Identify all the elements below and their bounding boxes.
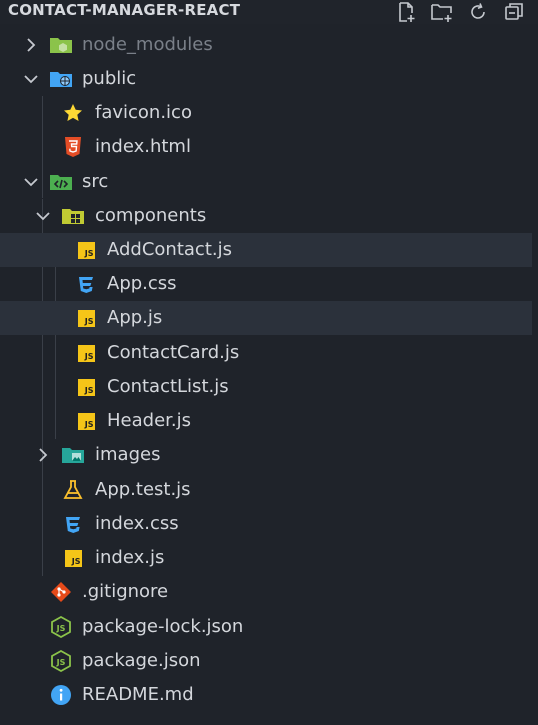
html5-icon — [61, 136, 85, 158]
svg-text:JS: JS — [56, 624, 66, 633]
refresh-button[interactable] — [466, 0, 490, 24]
svg-text:JS: JS — [56, 658, 66, 667]
tree-item-app-css[interactable]: App.css — [0, 267, 532, 301]
test-flask-icon — [61, 479, 85, 501]
tree-item-label: package-lock.json — [82, 616, 244, 637]
chevron-down-icon — [36, 212, 50, 221]
chevron-down-icon — [24, 75, 38, 84]
tree-item-public[interactable]: public — [0, 62, 532, 96]
tree-item-label: AddContact.js — [107, 239, 232, 260]
src-folder-icon — [49, 171, 73, 193]
tree-item-label: index.css — [95, 513, 179, 534]
tree-item-package-json[interactable]: JS package.json — [0, 644, 532, 678]
tree-item-label: Header.js — [107, 410, 191, 431]
tree-item-app-test-js[interactable]: App.test.js — [0, 473, 532, 507]
tree-item-label: src — [82, 171, 109, 192]
refresh-icon — [471, 3, 485, 19]
tree-item-addcontact-js[interactable]: JS AddContact.js — [0, 233, 532, 267]
tree-item-label: index.html — [95, 136, 191, 157]
javascript-icon: JS — [61, 547, 85, 569]
tree-item-label: README.md — [82, 684, 194, 705]
tree-item-label: ContactList.js — [107, 376, 229, 397]
tree-item-label: .gitignore — [82, 581, 169, 602]
info-icon — [49, 684, 73, 706]
new-file-button[interactable] — [394, 0, 418, 24]
new-folder-button[interactable] — [430, 0, 454, 24]
javascript-icon: JS — [74, 410, 98, 432]
tree-item-label: App.js — [107, 307, 163, 328]
tree-item-contactlist-js[interactable]: JS ContactList.js — [0, 370, 532, 404]
tree-item-components[interactable]: components — [0, 199, 532, 233]
components-folder-icon — [61, 205, 85, 227]
tree-item-label: App.test.js — [95, 479, 191, 500]
tree-item-label: ContactCard.js — [107, 342, 240, 363]
javascript-icon: JS — [74, 376, 98, 398]
tree-item-label: node_modules — [82, 34, 213, 55]
new-file-icon — [399, 2, 415, 22]
tree-item-label: package.json — [82, 650, 201, 671]
tree-item-label: public — [82, 68, 137, 89]
collapse-all-icon — [505, 3, 523, 20]
tree-item-label: App.css — [107, 273, 177, 294]
tree-item-header-js[interactable]: JS Header.js — [0, 404, 532, 438]
collapse-all-button[interactable] — [502, 0, 526, 24]
project-title[interactable]: CONTACT-MANAGER-REACT — [8, 1, 240, 19]
chevron-right-icon — [27, 38, 36, 52]
javascript-icon: JS — [74, 239, 98, 261]
tree-item-app-js[interactable]: JS App.js — [0, 301, 532, 335]
tree-item-index-css[interactable]: index.css — [0, 507, 532, 541]
node-folder-icon — [49, 34, 73, 56]
chevron-right-icon — [39, 448, 48, 462]
tree-item-label: components — [95, 205, 207, 226]
tree-item-index-html[interactable]: index.html — [0, 130, 532, 164]
nodejs-icon: JS — [49, 616, 73, 638]
tree-item-index-js[interactable]: JS index.js — [0, 541, 532, 575]
css3-icon — [74, 273, 98, 295]
tree-item-src[interactable]: src — [0, 165, 532, 199]
tree-item-images[interactable]: images — [0, 438, 532, 472]
nodejs-icon: JS — [49, 650, 73, 672]
star-icon — [61, 102, 85, 124]
css3-icon — [61, 513, 85, 535]
javascript-icon: JS — [74, 307, 98, 329]
tree-item-label: index.js — [95, 547, 165, 568]
git-icon — [49, 581, 73, 603]
tree-item-readme-md[interactable]: README.md — [0, 678, 532, 712]
explorer-header: CONTACT-MANAGER-REACT — [0, 0, 538, 24]
tree-item-package-lock-json[interactable]: JS package-lock.json — [0, 610, 532, 644]
tree-item-label: images — [95, 444, 161, 465]
explorer-toolbar — [394, 0, 526, 24]
tree-item-favicon[interactable]: favicon.ico — [0, 96, 532, 130]
tree-item-node-modules[interactable]: node_modules — [0, 28, 532, 62]
chevron-down-icon — [24, 178, 38, 187]
public-folder-icon — [49, 68, 73, 90]
javascript-icon: JS — [74, 342, 98, 364]
tree-item-contactcard-js[interactable]: JS ContactCard.js — [0, 336, 532, 370]
new-folder-icon — [431, 4, 452, 22]
tree-item-gitignore[interactable]: .gitignore — [0, 575, 532, 609]
images-folder-icon — [61, 444, 85, 466]
tree-item-label: favicon.ico — [95, 102, 192, 123]
